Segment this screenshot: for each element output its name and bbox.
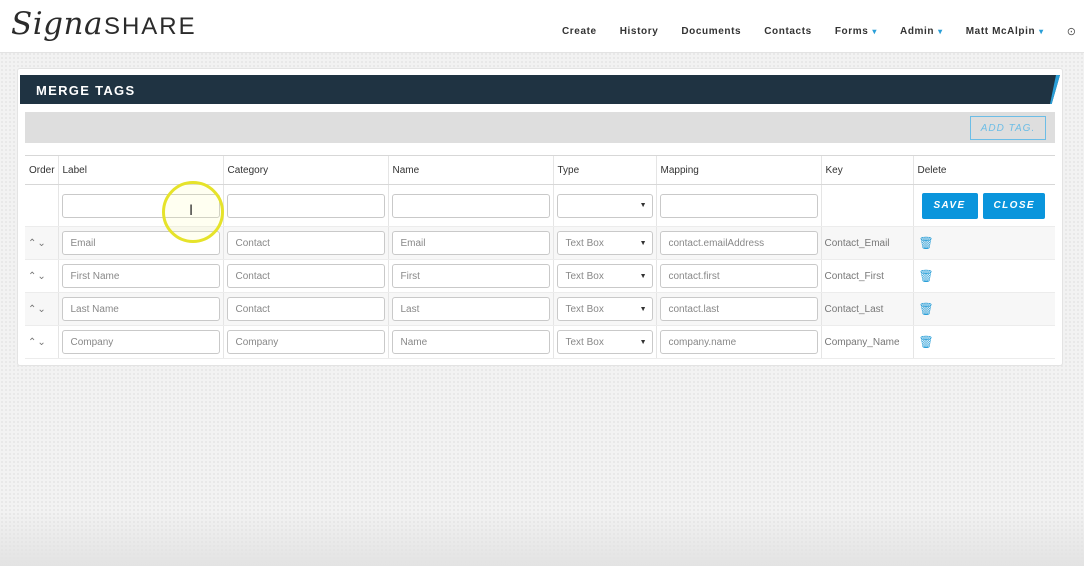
reorder-arrows-icon[interactable]: ⌃⌄ [25,226,58,260]
trash-icon[interactable]: 🗑 [917,302,934,316]
new-category-input[interactable] [226,193,385,218]
col-header-delete: Delete [912,155,1055,185]
col-header-label: Label [57,155,223,185]
type-select[interactable]: Text Box ▼ [556,264,653,288]
type-value: Text Box [565,303,604,315]
key-cell-empty [820,184,913,227]
col-header-name: Name [387,155,553,185]
nav-create[interactable]: Create [562,26,597,37]
nav-user-dropdown[interactable]: Matt McAlpin ▾ [966,26,1044,37]
label-input[interactable]: Last Name [61,297,220,321]
dropdown-arrow-icon: ▼ [639,338,647,346]
nav-admin-label: Admin [900,25,935,37]
type-select[interactable]: Text Box ▼ [556,297,653,321]
logo-caps-text: SHARE [103,13,197,40]
close-button[interactable]: CLOSE [983,192,1046,219]
mapping-input[interactable]: contact.first [659,264,818,288]
key-value: Company_Name [820,325,913,359]
nav-contacts-label: Contacts [764,25,812,37]
save-button[interactable]: SAVE [921,192,978,219]
nav-forms-dropdown[interactable]: Forms ▾ [835,26,877,37]
table-row: ⌃⌄ Last Name Contact Last Text Box ▼ cont… [25,292,1055,326]
reorder-arrows-icon[interactable]: ⌃⌄ [25,292,58,326]
mapping-input[interactable]: contact.emailAddress [659,231,818,255]
table-header-row: Order Label Category Name Type Mapping K… [25,155,1055,185]
dropdown-arrow-icon: ▼ [639,202,647,209]
table-row: ⌃⌄ Company Company Name Text Box ▼ compan… [25,325,1055,359]
name-input[interactable]: Name [391,330,550,354]
name-input[interactable]: Email [391,231,550,255]
nav-create-label: Create [561,25,597,37]
new-mapping-input[interactable] [659,193,818,218]
key-value: Contact_Email [820,226,913,260]
label-input[interactable]: First Name [61,264,220,288]
nav-contacts[interactable]: Contacts [764,26,812,37]
bottom-fade [0,511,1084,566]
nav-forms-label: Forms [834,25,869,37]
nav-history-label: History [619,25,659,37]
col-header-type: Type [552,155,656,185]
col-header-category: Category [222,155,388,185]
category-input[interactable]: Contact [226,264,385,288]
type-value: Text Box [565,336,604,348]
dropdown-arrow-icon: ▼ [639,272,647,280]
mapping-input[interactable]: company.name [659,330,818,354]
signashare-logo[interactable]: Signa SHARE [11,6,197,46]
panel-header: MERGE TAGS [20,75,1060,104]
category-input[interactable]: Company [226,330,385,354]
logo-script-text: Signa [11,6,103,42]
text-cursor-icon: I [189,203,194,219]
reorder-arrows-icon[interactable]: ⌃⌄ [25,259,58,293]
chevron-down-icon: ▾ [938,26,943,36]
table-row: ⌃⌄ First Name Contact First Text Box ▼ co… [25,259,1055,293]
name-input[interactable]: Last [391,297,550,321]
type-value: Text Box [565,270,604,282]
trash-icon[interactable]: 🗑 [917,269,934,283]
main-nav: Create History Documents Contacts Forms ▾… [562,24,1084,38]
col-header-mapping: Mapping [655,155,821,185]
category-input[interactable]: Contact [226,297,385,321]
type-value: Text Box [565,237,604,249]
name-input[interactable]: First [391,264,550,288]
reorder-arrows-icon[interactable]: ⌃⌄ [25,325,58,359]
order-cell-empty [25,184,58,227]
trash-icon[interactable]: 🗑 [917,236,934,250]
page-title: MERGE TAGS [36,83,136,98]
mapping-input[interactable]: contact.last [659,297,818,321]
category-input[interactable]: Contact [226,231,385,255]
nav-documents[interactable]: Documents [681,26,741,37]
new-type-select[interactable]: ▼ [556,193,653,218]
type-select[interactable]: Text Box ▼ [556,330,653,354]
new-name-input[interactable] [391,193,550,218]
nav-user-label: Matt McAlpin [965,25,1036,37]
dropdown-arrow-icon: ▼ [639,305,647,313]
add-tag-button[interactable]: ADD TAG. [970,116,1046,140]
col-header-order: Order [25,155,58,185]
trash-icon[interactable]: 🗑 [917,335,934,349]
chevron-down-icon: ▾ [872,26,877,36]
top-navbar: Signa SHARE Create History Documents Con… [0,0,1084,53]
key-value: Contact_First [820,259,913,293]
label-input[interactable]: Company [61,330,220,354]
type-select[interactable]: Text Box ▼ [556,231,653,255]
dropdown-arrow-icon: ▼ [639,239,647,247]
col-header-key: Key [820,155,913,185]
chevron-down-icon: ▾ [1039,26,1044,36]
panel-toolbar: ADD TAG. [25,112,1055,143]
gear-icon[interactable]: ⊙ [1067,25,1076,38]
nav-documents-label: Documents [681,25,742,37]
key-value: Contact_Last [820,292,913,326]
nav-admin-dropdown[interactable]: Admin ▾ [900,26,943,37]
nav-history[interactable]: History [620,26,659,37]
